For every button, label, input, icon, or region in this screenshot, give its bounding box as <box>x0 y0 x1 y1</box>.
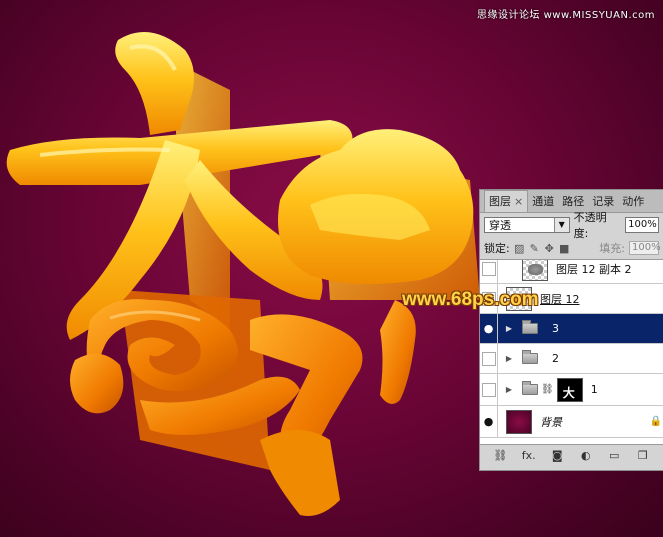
blend-mode-value: 穿透 <box>489 219 511 232</box>
new-layer-icon[interactable]: ❐ <box>636 449 650 462</box>
mask-thumbnail: 大 <box>556 377 583 402</box>
link-icon[interactable]: ⛓ <box>493 449 507 462</box>
layer-name: 图层 12 <box>540 292 580 306</box>
lock-icon: 🔒 <box>649 416 662 427</box>
layer-thumbnail <box>522 260 548 281</box>
adjustment-icon[interactable]: ◐ <box>579 449 593 462</box>
layers-list: 图层 12 副本 2 图层 12 ● ▶ 3 ▶ 2 ▶ ⛓ 大 1 ● 背景 … <box>480 260 663 444</box>
fill-input[interactable]: 100% <box>629 241 661 255</box>
lock-all-icon[interactable]: ■ <box>559 243 570 254</box>
layers-panel: 图层 × 通道 路径 记录 动作 穿透 ▼ 不透明度: 100% 锁定: ▨ ✎ … <box>479 189 663 471</box>
tab-layers-label: 图层 <box>489 195 511 208</box>
visibility-toggle[interactable] <box>480 260 498 283</box>
center-watermark: www.68ps.com <box>402 289 539 310</box>
layer-name: 3 <box>552 322 559 335</box>
layers-bottom-bar: ⛓ fx. ◙ ◐ ▭ ❐ <box>480 444 663 466</box>
eye-icon[interactable]: ● <box>480 314 498 343</box>
fill-label: 填充: <box>599 242 625 255</box>
folder-icon <box>522 320 538 334</box>
layer-name: 2 <box>552 352 559 365</box>
eye-icon[interactable]: ● <box>480 406 498 437</box>
layer-row-copy2[interactable]: 图层 12 副本 2 <box>480 260 663 284</box>
chain-link-icon: ⛓ <box>541 384 554 395</box>
chevron-down-icon: ▼ <box>553 218 569 232</box>
site-watermark: 思缘设计论坛 www.MISSYUAN.com <box>476 10 655 21</box>
folder-icon <box>522 381 538 395</box>
layer-name: 图层 12 副本 2 <box>556 262 632 276</box>
blend-mode-select[interactable]: 穿透 ▼ <box>484 217 570 233</box>
blend-opacity-row: 穿透 ▼ 不透明度: 100% <box>480 211 663 240</box>
layer-row-group-3[interactable]: ● ▶ 3 <box>480 314 663 344</box>
layer-row-background[interactable]: ● 背景 🔒 <box>480 406 663 438</box>
lock-fill-row: 锁定: ▨ ✎ ✥ ■ 填充: 100% <box>480 237 663 260</box>
folder-icon <box>522 350 538 364</box>
visibility-toggle[interactable] <box>480 374 498 405</box>
visibility-toggle[interactable] <box>480 344 498 373</box>
lock-move-icon[interactable]: ✥ <box>544 243 555 254</box>
lock-brush-icon[interactable]: ✎ <box>529 243 540 254</box>
panel-tabs: 图层 × 通道 路径 记录 动作 <box>480 190 663 213</box>
fx-icon[interactable]: fx. <box>522 449 536 462</box>
mask-icon[interactable]: ◙ <box>550 449 564 462</box>
close-icon[interactable]: × <box>514 195 523 208</box>
layer-name: 背景 <box>540 415 562 429</box>
expand-triangle-icon[interactable]: ▶ <box>504 324 514 333</box>
opacity-label: 不透明度: <box>573 211 607 240</box>
new-group-icon[interactable]: ▭ <box>607 449 621 462</box>
expand-triangle-icon[interactable]: ▶ <box>504 354 514 363</box>
opacity-input[interactable]: 100% <box>625 217 659 233</box>
layer-thumbnail <box>506 409 532 434</box>
layer-row-group-2[interactable]: ▶ 2 <box>480 344 663 374</box>
layer-row-group-1[interactable]: ▶ ⛓ 大 1 <box>480 374 663 406</box>
tab-layers[interactable]: 图层 × <box>484 190 529 212</box>
expand-triangle-icon[interactable]: ▶ <box>504 385 514 394</box>
tab-channels[interactable]: 通道 <box>528 191 558 212</box>
tab-actions[interactable]: 动作 <box>618 191 648 212</box>
layer-name: 1 <box>590 383 598 396</box>
lock-label: 锁定: <box>484 242 510 255</box>
lock-transparency-icon[interactable]: ▨ <box>514 243 525 254</box>
